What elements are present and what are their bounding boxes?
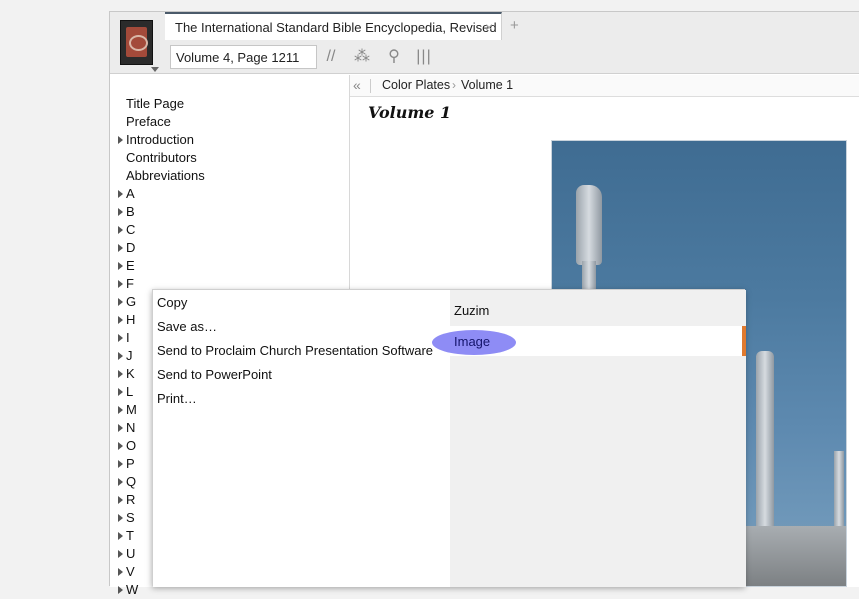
toc-item[interactable]: L	[126, 383, 133, 401]
expand-arrow-icon[interactable]	[118, 262, 123, 270]
expand-arrow-icon[interactable]	[118, 316, 123, 324]
expand-arrow-icon[interactable]	[118, 406, 123, 414]
expand-arrow-icon[interactable]	[118, 424, 123, 432]
toc-item[interactable]: G	[126, 293, 136, 311]
add-tab-icon[interactable]: +	[510, 17, 519, 34]
chevron-down-icon[interactable]	[151, 67, 159, 72]
ruin-column	[756, 351, 774, 531]
selection-image[interactable]: Image	[454, 334, 490, 349]
toc-item[interactable]: Title Page	[126, 95, 184, 113]
toc-item[interactable]: Introduction	[126, 131, 194, 149]
book-cover-art	[126, 27, 148, 57]
context-menu: Copy Save as… Send to Proclaim Church Pr…	[152, 289, 746, 587]
expand-arrow-icon[interactable]	[118, 478, 123, 486]
expand-arrow-icon[interactable]	[118, 550, 123, 558]
toc-item[interactable]: T	[126, 527, 134, 545]
toc-item[interactable]: R	[126, 491, 135, 509]
expand-arrow-icon[interactable]	[118, 226, 123, 234]
menu-item-save-as[interactable]: Save as…	[157, 317, 217, 337]
expand-arrow-icon[interactable]	[118, 280, 123, 288]
menu-item-send-to-powerpoint[interactable]: Send to PowerPoint	[157, 365, 272, 385]
expand-arrow-icon[interactable]	[118, 208, 123, 216]
context-menu-actions: Copy Save as… Send to Proclaim Church Pr…	[153, 290, 450, 587]
book-cover-thumbnail[interactable]	[120, 20, 153, 65]
menu-item-print[interactable]: Print…	[157, 389, 197, 409]
breadcrumb-divider	[370, 79, 371, 93]
toc-item[interactable]: D	[126, 239, 135, 257]
expand-arrow-icon[interactable]	[118, 244, 123, 252]
expand-arrow-icon[interactable]	[118, 496, 123, 504]
menu-item-send-to-proclaim[interactable]: Send to Proclaim Church Presentation Sof…	[157, 341, 433, 361]
expand-arrow-icon[interactable]	[118, 442, 123, 450]
breadcrumb-item[interactable]: Volume 1	[461, 78, 513, 92]
selection-header[interactable]: Zuzim	[450, 298, 746, 324]
toc-item[interactable]: E	[126, 257, 135, 275]
selection-zuzim: Zuzim	[454, 303, 490, 318]
expand-arrow-icon[interactable]	[118, 388, 123, 396]
expand-arrow-icon[interactable]	[118, 532, 123, 540]
tab-isbe[interactable]: The International Standard Bible Encyclo…	[165, 12, 502, 40]
toc-item[interactable]: Abbreviations	[126, 167, 205, 185]
expand-arrow-icon[interactable]	[118, 190, 123, 198]
expand-arrow-icon[interactable]	[118, 370, 123, 378]
breadcrumb: « Color Plates › Volume 1	[350, 75, 859, 97]
toc-item[interactable]: O	[126, 437, 136, 455]
breadcrumb-item[interactable]: Color Plates	[382, 78, 450, 92]
columns-icon[interactable]: |||	[414, 47, 434, 67]
ruin-base	[742, 526, 846, 586]
toc-item[interactable]: V	[126, 563, 135, 581]
parallel-resources-icon[interactable]: //	[321, 47, 341, 67]
toc-item[interactable]: P	[126, 455, 135, 473]
toc-item[interactable]: A	[126, 185, 135, 203]
toc-item[interactable]: U	[126, 545, 135, 563]
page-title: Volume 1	[368, 103, 452, 122]
titlebar: The International Standard Bible Encyclo…	[110, 12, 859, 74]
toc-item[interactable]: B	[126, 203, 135, 221]
reference-input[interactable]	[170, 45, 317, 69]
toc-item[interactable]: J	[126, 347, 133, 365]
visual-filters-icon[interactable]: ⁂	[352, 47, 372, 67]
expand-arrow-icon[interactable]	[118, 568, 123, 576]
expand-arrow-icon[interactable]	[118, 586, 123, 594]
ruin-column	[834, 451, 844, 531]
toc-item[interactable]: Preface	[126, 113, 171, 131]
toc-item[interactable]: I	[126, 329, 130, 347]
search-icon[interactable]: ⚲	[384, 47, 404, 67]
toc-item[interactable]: C	[126, 221, 135, 239]
expand-arrow-icon[interactable]	[118, 334, 123, 342]
expand-arrow-icon[interactable]	[118, 460, 123, 468]
tab-title: The International Standard Bible Encyclo…	[175, 20, 497, 35]
chevron-right-icon: ›	[452, 78, 456, 92]
selection-accent	[742, 326, 746, 356]
toc-item[interactable]: Contributors	[126, 149, 197, 167]
expand-arrow-icon[interactable]	[118, 136, 123, 144]
toc-item[interactable]: H	[126, 311, 135, 329]
ruin-capital	[576, 185, 602, 265]
toc-item[interactable]: K	[126, 365, 135, 383]
toc-item[interactable]: W	[126, 581, 138, 599]
toc-item[interactable]: F	[126, 275, 134, 293]
expand-arrow-icon[interactable]	[118, 352, 123, 360]
close-icon[interactable]: ×	[485, 19, 493, 35]
expand-arrow-icon[interactable]	[118, 514, 123, 522]
expand-arrow-icon[interactable]	[118, 298, 123, 306]
collapse-toc-icon[interactable]: «	[353, 77, 361, 93]
toc-item[interactable]: N	[126, 419, 135, 437]
toc-item[interactable]: S	[126, 509, 135, 527]
toc-item[interactable]: M	[126, 401, 137, 419]
toc-item[interactable]: Q	[126, 473, 136, 491]
menu-item-copy[interactable]: Copy	[157, 293, 187, 313]
